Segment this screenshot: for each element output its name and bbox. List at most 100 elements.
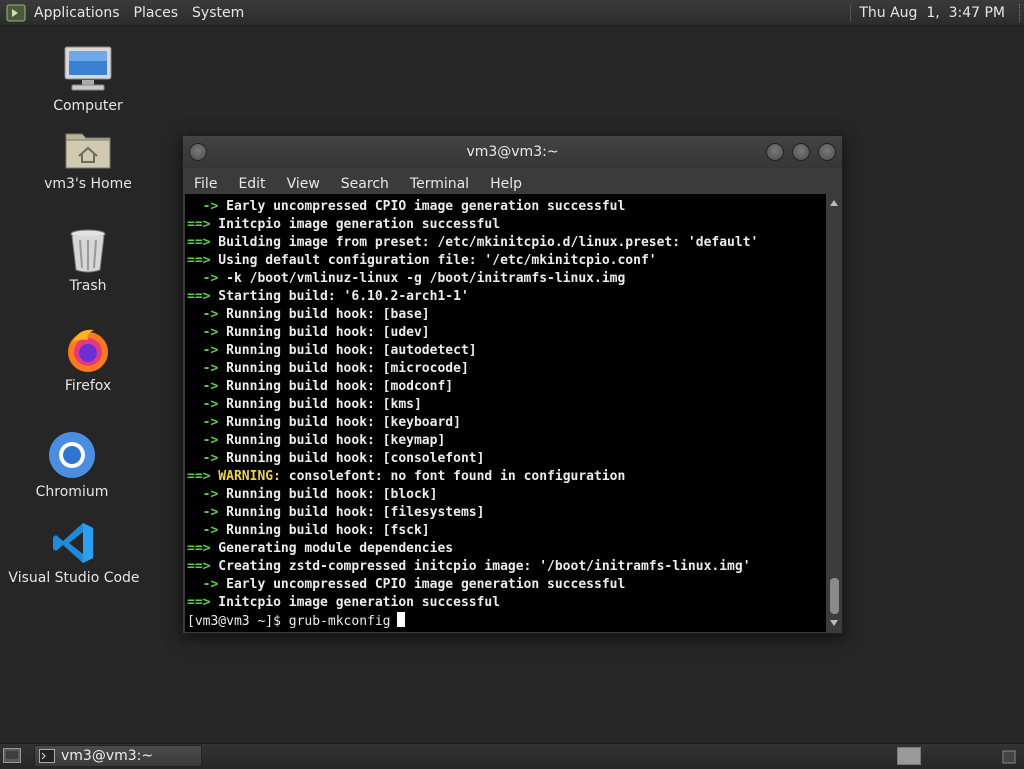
desktop-icon-label: Chromium [35, 484, 109, 500]
shell-prompt: [vm3@vm3 ~]$ [187, 614, 289, 629]
computer-icon [64, 46, 112, 91]
terminal-line: -> Running build hook: [autodetect] [185, 342, 826, 360]
desktop-icon-vscode[interactable]: Visual Studio Code [4, 520, 144, 586]
terminal-line: -> -k /boot/vmlinuz-linux -g /boot/initr… [185, 270, 826, 288]
scroll-up-arrow-icon[interactable] [830, 200, 838, 206]
line-prefix: ==> [187, 253, 211, 268]
terminal-line: ==> Using default configuration file: '/… [185, 252, 826, 270]
line-prefix: -> [187, 397, 219, 412]
desktop-icon-home[interactable]: vm3's Home [18, 126, 158, 192]
main-menu-icon[interactable] [6, 3, 26, 23]
terminal-line: -> Running build hook: [consolefont] [185, 450, 826, 468]
desktop-icon-label: Firefox [64, 378, 112, 394]
line-prefix: -> [187, 523, 219, 538]
taskbar-item-label: vm3@vm3:~ [61, 748, 154, 764]
menu-edit[interactable]: Edit [227, 176, 275, 192]
line-text: Initcpio image generation successful [210, 217, 501, 232]
line-prefix: -> [187, 379, 219, 394]
menu-file[interactable]: File [183, 176, 227, 192]
line-text: Using default configuration file: '/etc/… [210, 253, 657, 268]
line-prefix: -> [187, 307, 219, 322]
terminal-line: ==> WARNING: consolefont: no font found … [185, 468, 826, 486]
menu-terminal[interactable]: Terminal [399, 176, 479, 192]
window-titlebar[interactable]: vm3@vm3:~ [183, 136, 842, 168]
line-prefix: ==> [187, 595, 211, 610]
desktop-icon-label: Trash [69, 278, 107, 294]
desktop-icon-trash[interactable]: Trash [18, 228, 158, 294]
desktop-icon-label: Visual Studio Code [8, 570, 140, 586]
line-prefix: -> [187, 199, 219, 214]
maximize-button[interactable] [792, 143, 810, 161]
terminal-line: -> Running build hook: [fsck] [185, 522, 826, 540]
terminal-line: -> Running build hook: [keymap] [185, 432, 826, 450]
warning-label: WARNING: [210, 469, 281, 484]
line-text: Running build hook: [udev] [218, 325, 430, 340]
panel-tray: Thu Aug 1, 3:47 PM [850, 0, 1024, 25]
terminal-icon [39, 749, 55, 763]
desktop-icon-firefox[interactable]: Firefox [18, 326, 158, 394]
scrollbar-thumb[interactable] [830, 578, 839, 614]
trash-icon [70, 229, 106, 273]
line-prefix: -> [187, 325, 219, 340]
line-text: -k /boot/vmlinuz-linux -g /boot/initramf… [218, 271, 626, 286]
line-prefix: -> [187, 415, 219, 430]
menu-view[interactable]: View [276, 176, 330, 192]
workspace-switcher[interactable] [897, 747, 921, 765]
desktop-icon-computer[interactable]: Computer [18, 44, 158, 114]
line-prefix: -> [187, 433, 219, 448]
line-text: Running build hook: [consolefont] [218, 451, 485, 466]
top-panel: Applications Places System Thu Aug 1, 3:… [0, 0, 1024, 26]
terminal-scrollbar[interactable] [827, 194, 842, 632]
line-text: Running build hook: [keymap] [218, 433, 446, 448]
applications-menu[interactable]: Applications [32, 5, 128, 21]
close-button[interactable] [818, 143, 836, 161]
desktop-icon-chromium[interactable]: Chromium [2, 430, 142, 500]
line-text: Running build hook: [autodetect] [218, 343, 477, 358]
window-menu-button[interactable] [189, 143, 207, 161]
line-prefix: ==> [187, 289, 211, 304]
desktop-icon-label: vm3's Home [44, 176, 132, 192]
menu-search[interactable]: Search [330, 176, 399, 192]
terminal-line: -> Running build hook: [kms] [185, 396, 826, 414]
command-input[interactable]: grub-mkconfig [289, 614, 391, 629]
line-prefix: -> [187, 451, 219, 466]
terminal-line: -> Running build hook: [modconf] [185, 378, 826, 396]
system-menu[interactable]: System [190, 5, 252, 21]
minimize-button[interactable] [766, 143, 784, 161]
chromium-icon [49, 432, 95, 478]
terminal-line: -> Running build hook: [base] [185, 306, 826, 324]
line-text: Running build hook: [block] [218, 487, 438, 502]
scroll-down-arrow-icon[interactable] [830, 620, 838, 626]
terminal-line: ==> Building image from preset: /etc/mki… [185, 234, 826, 252]
desktop-icon-label: Computer [53, 98, 123, 114]
show-desktop-icon[interactable] [3, 748, 21, 763]
places-menu[interactable]: Places [132, 5, 187, 21]
terminal-line: -> Running build hook: [udev] [185, 324, 826, 342]
line-prefix: -> [187, 487, 219, 502]
terminal-line: -> Running build hook: [filesystems] [185, 504, 826, 522]
prompt-line[interactable]: [vm3@vm3 ~]$ grub-mkconfig [185, 612, 826, 630]
line-text: Running build hook: [filesystems] [218, 505, 485, 520]
line-text: Running build hook: [base] [218, 307, 430, 322]
terminal-line: -> Running build hook: [keyboard] [185, 414, 826, 432]
vscode-icon [53, 523, 93, 563]
line-text: Running build hook: [kms] [218, 397, 422, 412]
line-prefix: ==> [187, 235, 211, 250]
taskbar-item-terminal[interactable]: vm3@vm3:~ [34, 745, 202, 767]
terminal-line: -> Running build hook: [microcode] [185, 360, 826, 378]
clock[interactable]: Thu Aug 1, 3:47 PM [850, 4, 1015, 21]
line-prefix: -> [187, 343, 219, 358]
menu-help[interactable]: Help [479, 176, 532, 192]
line-text: Running build hook: [modconf] [218, 379, 454, 394]
line-prefix: ==> [187, 541, 211, 556]
panel-separator [1019, 3, 1024, 22]
terminal-line: ==> Generating module dependencies [185, 540, 826, 558]
line-prefix: ==> [187, 469, 211, 484]
terminal-output[interactable]: -> Early uncompressed CPIO image generat… [185, 194, 826, 632]
line-text: Early uncompressed CPIO image generation… [218, 199, 626, 214]
firefox-icon [68, 329, 108, 372]
trash-applet-icon[interactable] [1000, 748, 1018, 764]
terminal-line: ==> Initcpio image generation successful [185, 216, 826, 234]
terminal-window[interactable]: vm3@vm3:~ File Edit View Search Terminal… [182, 135, 843, 634]
line-prefix: -> [187, 505, 219, 520]
